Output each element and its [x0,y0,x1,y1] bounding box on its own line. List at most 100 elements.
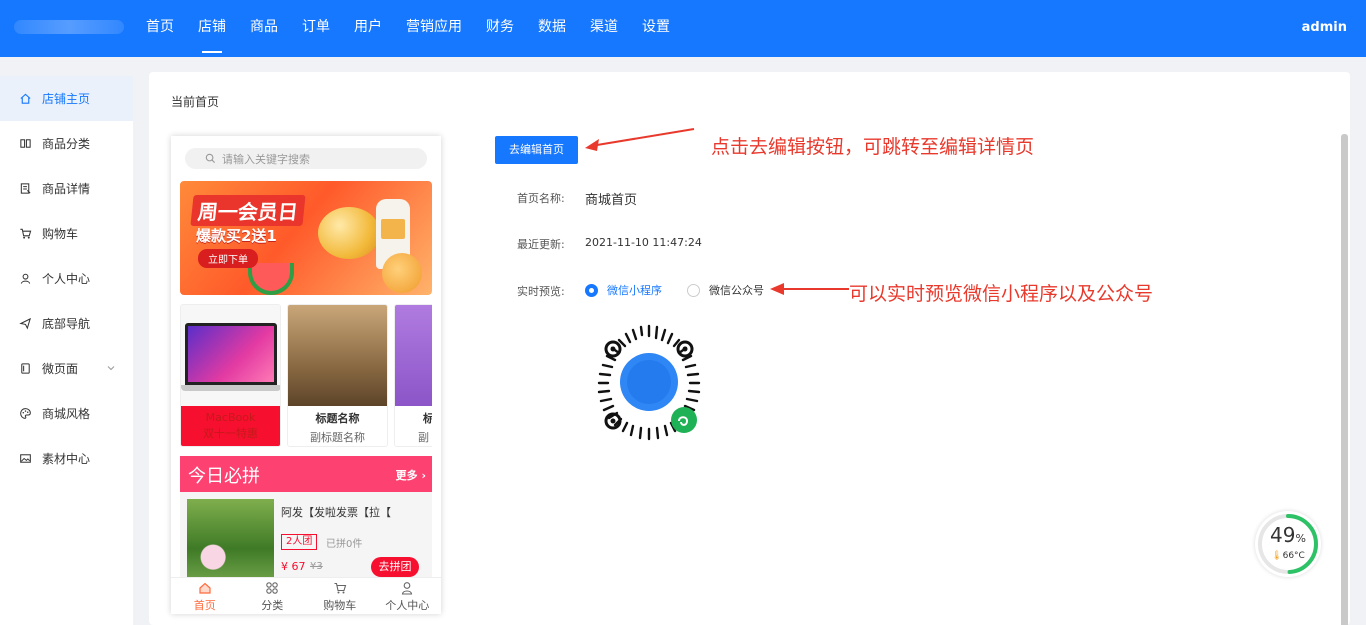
nav-item-channels[interactable]: 渠道 [578,0,630,57]
orange-graphic [382,253,422,293]
sidebar-item-label: 商品详情 [42,182,91,196]
group-buy-header: 今日必拼 更多 › [180,456,432,492]
phone-search-bar[interactable]: 请输入关键字搜索 [185,148,427,169]
updated-label: 最近更新: [517,238,565,251]
send-icon [18,317,32,331]
more-label: 更多 [395,469,418,482]
top-navbar: 首页 店铺 商品 订单 用户 营销应用 财务 数据 渠道 设置 admin [0,0,1366,57]
sidebar-item-label: 个人中心 [42,272,91,286]
product-card[interactable]: 标 副 [394,304,432,447]
sidebar-item-profile[interactable]: 个人中心 [0,256,133,301]
nav-item-orders[interactable]: 订单 [290,0,342,57]
preview-option-miniprogram[interactable]: 微信小程序 [585,282,662,298]
melon-graphic [318,207,380,259]
annotation-preview: 可以实时预览微信小程序以及公众号 [849,283,1154,305]
miniprogram-qr-code [597,324,701,441]
sidebar-item-label: 商城风格 [42,407,91,421]
sidebar-item-label: 底部导航 [42,317,91,331]
sidebar-item-store-home[interactable]: 店铺主页 [0,76,133,121]
sidebar-item-category[interactable]: 商品分类 [0,121,133,166]
product-subtitle: 双十一特惠 [203,427,258,440]
product-image-purple [395,305,432,406]
group-price: ¥ 67 [281,560,306,573]
sidebar-item-label: 微页面 [42,362,79,376]
annotation-edit: 点击去编辑按钮，可跳转至编辑详情页 [711,136,1035,158]
banner-subtitle: 爆款买2送1 [196,227,277,245]
radio-dot [687,283,700,297]
sidebar-item-detail[interactable]: 商品详情 [0,166,133,211]
product-info-red: MacBook 双十一特惠 [181,406,280,446]
product-subtitle: 副标题名称 [310,431,365,444]
tab-profile[interactable]: 个人中心 [374,578,442,614]
product-image-tree [288,305,387,406]
group-buy-image [187,499,274,582]
chevron-right-icon: › [417,469,426,482]
product-card[interactable]: MacBook 双十一特惠 [180,304,281,447]
product-title: MacBook [205,411,256,424]
tab-category[interactable]: 分类 [239,578,307,614]
cart-icon [334,582,346,594]
category-icon [18,137,32,151]
group-buy-item-name: 阿发【发啦发票【拉【 [281,506,391,519]
chevron-down-icon [107,366,115,371]
product-grid: MacBook 双十一特惠 标题名称 副标题名称 标 副 [180,304,432,447]
radio-label: 微信公众号 [709,284,764,297]
sidebar-item-micro-page[interactable]: 微页面 [0,346,133,391]
detail-icon [18,182,32,196]
main-nav: 首页 店铺 商品 订单 用户 营销应用 财务 数据 渠道 设置 [134,0,682,57]
group-size-tag: 2人团 [281,534,318,550]
group-sold-count: 已拼0件 [326,539,363,550]
page-title: 当前首页 [171,95,220,109]
join-group-button[interactable]: 去拼团 [371,557,419,577]
tab-label: 个人中心 [385,599,430,612]
sidebar-item-bottom-nav[interactable]: 底部导航 [0,301,133,346]
tab-cart[interactable]: 购物车 [306,578,374,614]
home-icon [18,92,32,106]
nav-item-home[interactable]: 首页 [134,0,186,57]
nav-item-marketing[interactable]: 营销应用 [394,0,474,57]
nav-item-store[interactable]: 店铺 [186,0,238,57]
tab-label: 分类 [261,599,284,612]
user-icon [18,272,32,286]
sidebar-item-materials[interactable]: 素材中心 [0,436,133,481]
nav-item-users[interactable]: 用户 [342,0,394,57]
tab-home[interactable]: 首页 [171,578,239,614]
search-icon [205,153,216,164]
group-buy-more-link[interactable]: 更多 › [396,467,426,483]
updated-value: 2021-11-10 11:47:24 [585,236,702,249]
banner-title: 周一会员日 [190,195,306,226]
nav-item-data[interactable]: 数据 [526,0,578,57]
product-card[interactable]: 标题名称 副标题名称 [287,304,388,447]
sidebar-item-label: 店铺主页 [42,92,91,106]
preview-option-official-account[interactable]: 微信公众号 [687,282,764,298]
home-icon [199,582,211,594]
nav-item-settings[interactable]: 设置 [630,0,682,57]
main-card: 当前首页 请输入关键字搜索 周一会员日 爆款买2送1 立即下单 MacBook … [149,72,1350,625]
gauge-temperature: 🌡66°C [1271,551,1305,561]
group-buy-item[interactable]: 阿发【发啦发票【拉【 2人团 已拼0件 ¥ 67 ¥3 去拼团 [180,492,432,582]
preview-label: 实时预览: [517,285,565,298]
phone-preview: 请输入关键字搜索 周一会员日 爆款买2送1 立即下单 MacBook 双十一特惠 [171,136,441,614]
edit-home-button[interactable]: 去编辑首页 [495,136,578,164]
home-name-label: 首页名称: [517,192,565,205]
sidebar-item-label: 购物车 [42,227,79,241]
logo[interactable] [14,20,124,34]
sidebar-item-cart[interactable]: 购物车 [0,211,133,256]
palette-icon [18,407,32,421]
arrow-icon [770,283,849,295]
product-subtitle: 副 [418,431,429,444]
search-placeholder: 请输入关键字搜索 [222,152,310,166]
scrollbar[interactable] [1341,134,1348,625]
banner-order-button[interactable]: 立即下单 [198,249,258,268]
cart-icon [18,227,32,241]
phone-tabbar: 首页 分类 购物车 个人中心 [171,577,441,614]
performance-gauge[interactable]: 49% 🌡66°C [1255,511,1321,577]
nav-item-finance[interactable]: 财务 [474,0,526,57]
sidebar-item-style[interactable]: 商城风格 [0,391,133,436]
group-old-price: ¥3 [310,561,323,572]
user-menu[interactable]: admin [1302,20,1347,35]
group-buy-title: 今日必拼 [188,466,260,487]
nav-item-goods[interactable]: 商品 [238,0,290,57]
image-icon [18,452,32,466]
promo-banner[interactable]: 周一会员日 爆款买2送1 立即下单 [180,181,432,295]
